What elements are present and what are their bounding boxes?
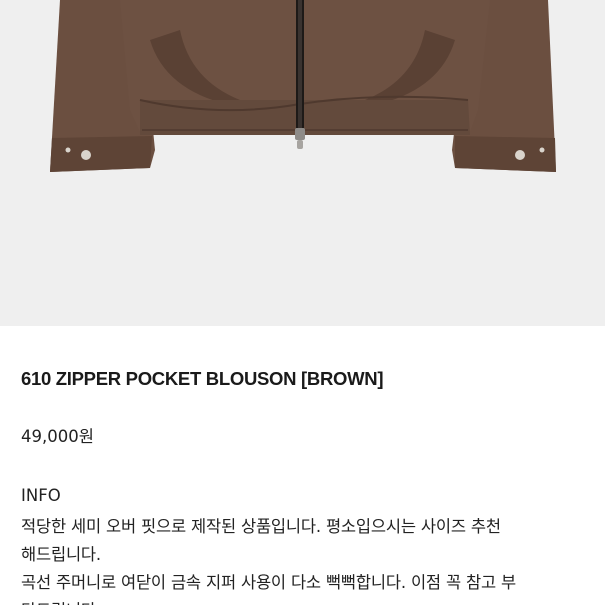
product-price: 49,000원 xyxy=(21,427,94,446)
description-line: 해드립니다. xyxy=(21,545,101,564)
product-image[interactable] xyxy=(0,0,605,326)
description-line: 탁드립니다. xyxy=(21,597,101,605)
jacket-illustration xyxy=(50,0,556,172)
description-line: 적당한 세미 오버 핏으로 제작된 상품입니다. 평소입으시는 사이즈 추천 xyxy=(21,517,501,536)
description-line: 곡선 주머니로 여닫이 금속 지퍼 사용이 다소 뻑뻑합니다. 이점 꼭 참고 … xyxy=(21,573,516,592)
description-heading: INFO xyxy=(21,486,61,505)
product-title: 610 ZIPPER POCKET BLOUSON [BROWN] xyxy=(21,368,384,389)
